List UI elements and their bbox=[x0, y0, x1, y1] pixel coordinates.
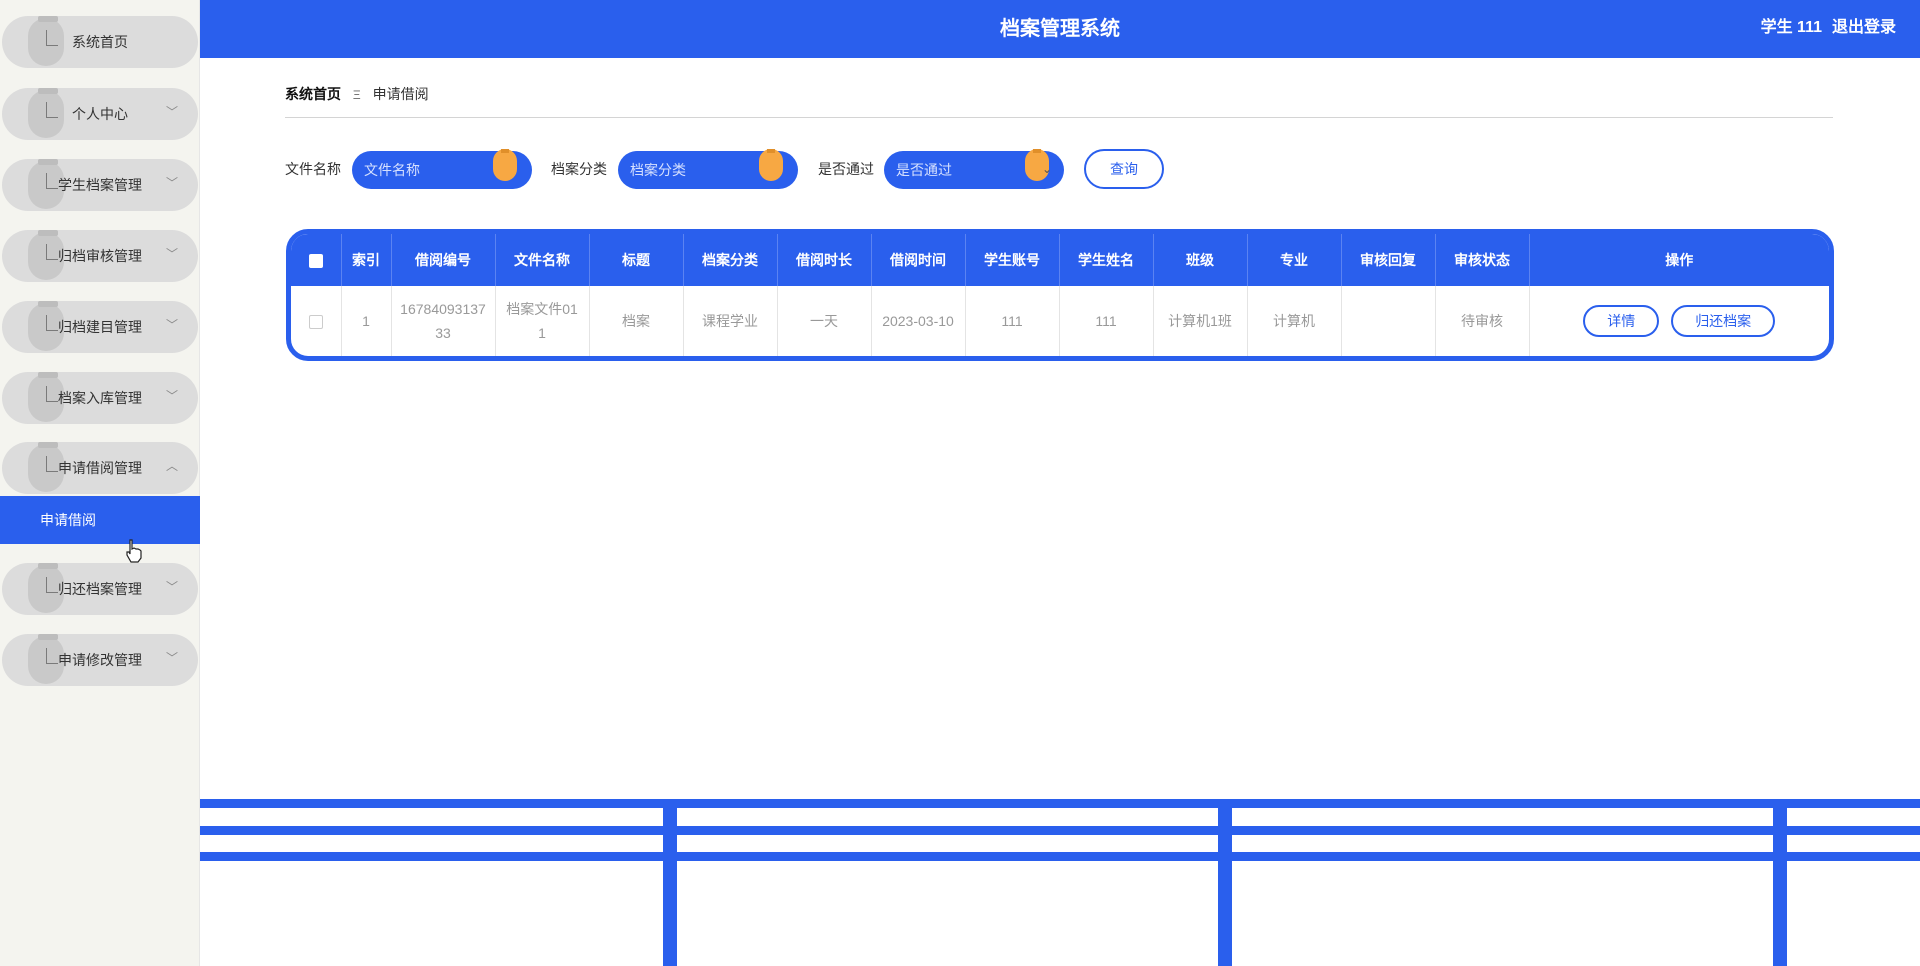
logout-link[interactable]: 退出登录 bbox=[1832, 0, 1896, 56]
hand-cursor-icon bbox=[126, 539, 142, 563]
sidebar-item-label: 系统首页 bbox=[72, 34, 128, 50]
decorative-stripe bbox=[200, 852, 1920, 861]
cell-review-status: 待审核 bbox=[1435, 286, 1530, 356]
column-header: 学生姓名 bbox=[1059, 234, 1154, 286]
checkbox-icon bbox=[308, 254, 323, 269]
chevron-down-icon: ﹀ bbox=[166, 105, 179, 119]
select-all-checkbox[interactable] bbox=[291, 234, 342, 286]
table-header-row: 索引 借阅编号 文件名称 标题 档案分类 借阅时长 借阅时间 学生账号 学生姓名… bbox=[291, 234, 1829, 286]
column-header: 操作 bbox=[1529, 234, 1829, 286]
sidebar-subitem-borrow[interactable]: 申请借阅 bbox=[0, 496, 200, 544]
sidebar-item-personal-center[interactable]: 个人中心 ﹀ bbox=[2, 88, 198, 140]
cell-borrow-time: 2023-03-10 bbox=[871, 286, 966, 356]
cell-duration: 一天 bbox=[777, 286, 872, 356]
chevron-down-icon: ﹀ bbox=[166, 247, 179, 261]
sidebar-item-return-archive[interactable]: 归还档案管理 ﹀ bbox=[2, 563, 198, 615]
sidebar-item-archive-catalog[interactable]: 归档建目管理 ﹀ bbox=[2, 301, 198, 353]
chevron-up-icon: ︿ bbox=[166, 459, 179, 473]
sidebar-item-student-archive[interactable]: 学生档案管理 ﹀ bbox=[2, 159, 198, 211]
decorative-post bbox=[1218, 800, 1232, 966]
chevron-down-icon: ﹀ bbox=[166, 651, 179, 665]
chevron-down-icon: ⌄ bbox=[1042, 162, 1053, 176]
column-header: 标题 bbox=[589, 234, 684, 286]
breadcrumb: 系统首页 Ξ 申请借阅 bbox=[285, 84, 429, 105]
column-header: 档案分类 bbox=[683, 234, 778, 286]
cell-major: 计算机 bbox=[1247, 286, 1342, 356]
chevron-down-icon: ﹀ bbox=[166, 318, 179, 332]
cell-class: 计算机1班 bbox=[1153, 286, 1248, 356]
decorative-stripe bbox=[200, 826, 1920, 835]
breadcrumb-divider bbox=[285, 117, 1833, 118]
app-title: 档案管理系统 bbox=[1000, 18, 1120, 40]
cell-category: 课程学业 bbox=[683, 286, 778, 356]
column-header: 审核状态 bbox=[1435, 234, 1530, 286]
category-label: 档案分类 bbox=[551, 161, 607, 177]
cell-file-name: 档案文件011 bbox=[495, 286, 590, 356]
input-knob-icon bbox=[759, 149, 783, 181]
breadcrumb-separator-icon: Ξ bbox=[352, 88, 361, 102]
cell-actions: 详情 归还档案 bbox=[1529, 286, 1829, 356]
sidebar-item-archive-review[interactable]: 归档审核管理 ﹀ bbox=[2, 230, 198, 282]
column-header: 学生账号 bbox=[965, 234, 1060, 286]
sidebar: 系统首页 个人中心 ﹀ 学生档案管理 ﹀ 归档审核管理 ﹀ 归档建目管理 ﹀ 档… bbox=[0, 0, 200, 966]
cell-borrow-no: 1678409313733 bbox=[391, 286, 496, 356]
query-button[interactable]: 查询 bbox=[1084, 149, 1164, 189]
user-label: 学生 111 bbox=[1760, 19, 1822, 36]
decorative-post bbox=[1773, 800, 1787, 966]
column-header: 借阅时间 bbox=[871, 234, 966, 286]
decorative-post bbox=[663, 800, 677, 966]
chevron-down-icon: ﹀ bbox=[166, 580, 179, 594]
table-row: 1 1678409313733 档案文件011 档案 课程学业 一天 2023-… bbox=[291, 286, 1829, 356]
sidebar-item-modify-request[interactable]: 申请修改管理 ﹀ bbox=[2, 634, 198, 686]
borrow-table: 索引 借阅编号 文件名称 标题 档案分类 借阅时长 借阅时间 学生账号 学生姓名… bbox=[286, 229, 1834, 361]
sidebar-item-home[interactable]: 系统首页 bbox=[2, 16, 198, 68]
breadcrumb-current: 申请借阅 bbox=[372, 86, 429, 102]
cell-index: 1 bbox=[341, 286, 392, 356]
file-name-label: 文件名称 bbox=[285, 161, 341, 177]
column-header: 文件名称 bbox=[495, 234, 590, 286]
passed-label: 是否通过 bbox=[818, 161, 874, 177]
column-header: 班级 bbox=[1153, 234, 1248, 286]
column-header: 审核回复 bbox=[1341, 234, 1436, 286]
column-header: 索引 bbox=[341, 234, 392, 286]
cell-review-reply bbox=[1341, 286, 1436, 356]
checkbox-icon bbox=[308, 315, 323, 330]
cell-title: 档案 bbox=[589, 286, 684, 356]
row-checkbox[interactable] bbox=[291, 286, 342, 356]
input-knob-icon bbox=[493, 149, 517, 181]
column-header: 借阅编号 bbox=[391, 234, 496, 286]
top-header: 档案管理系统 学生 111 退出登录 bbox=[200, 0, 1920, 58]
sidebar-item-archive-storage[interactable]: 档案入库管理 ﹀ bbox=[2, 372, 198, 424]
detail-button[interactable]: 详情 bbox=[1583, 305, 1660, 337]
cell-student-name: 111 bbox=[1059, 286, 1154, 356]
chevron-down-icon: ﹀ bbox=[166, 176, 179, 190]
chevron-down-icon: ﹀ bbox=[166, 389, 179, 403]
decorative-stripe bbox=[200, 799, 1920, 808]
column-header: 借阅时长 bbox=[777, 234, 872, 286]
cell-student-account: 111 bbox=[965, 286, 1060, 356]
sidebar-item-borrow-request[interactable]: 申请借阅管理 ︿ bbox=[2, 442, 198, 494]
return-archive-button[interactable]: 归还档案 bbox=[1671, 305, 1776, 337]
breadcrumb-home[interactable]: 系统首页 bbox=[285, 86, 341, 102]
column-header: 专业 bbox=[1247, 234, 1342, 286]
